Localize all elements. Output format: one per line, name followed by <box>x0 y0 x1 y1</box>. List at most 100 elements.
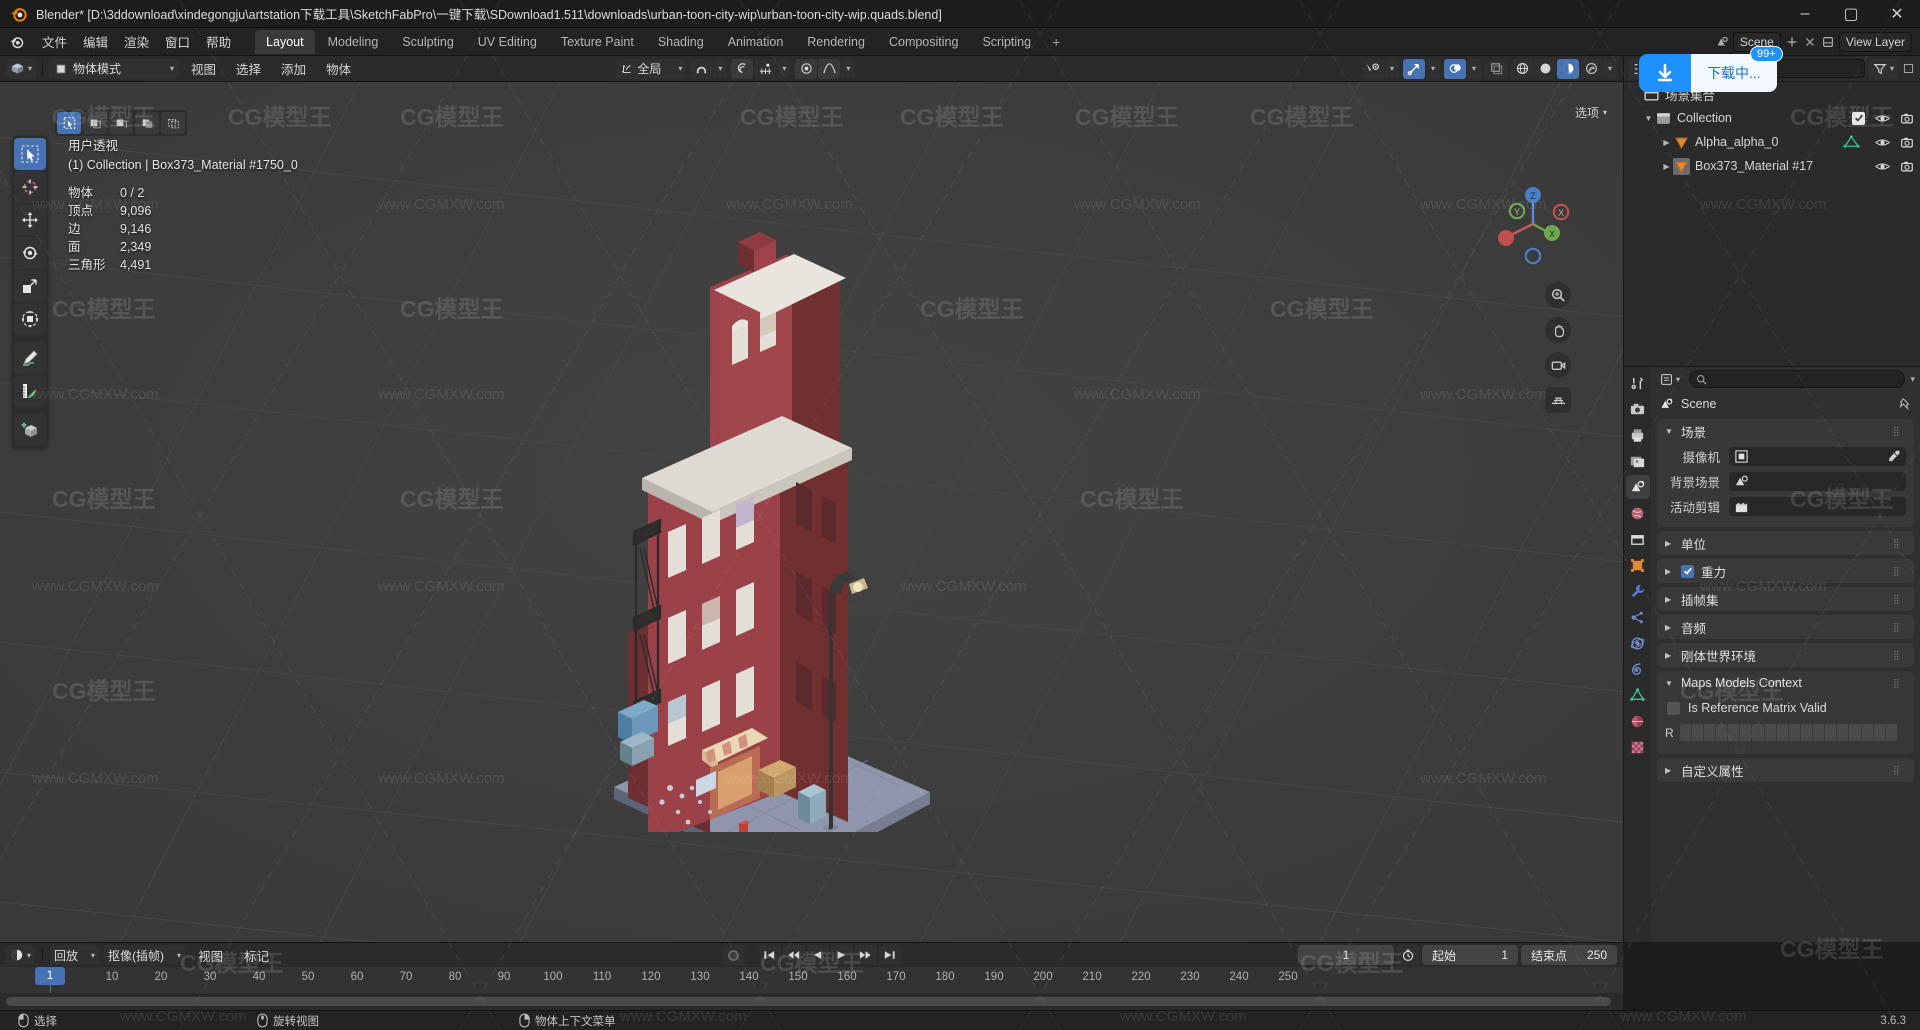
active-clip-value-field[interactable] <box>1729 496 1906 516</box>
tab-layout[interactable]: Layout <box>255 29 315 54</box>
minimize-button[interactable]: – <box>1782 0 1828 28</box>
menu-file[interactable]: 文件 <box>34 28 75 55</box>
panel-scene-header[interactable]: ▼ 场景 ⣿ <box>1657 419 1914 443</box>
panel-audio-header[interactable]: ▶ 音频 ⣿ <box>1657 615 1914 639</box>
scale-tool[interactable] <box>14 270 46 302</box>
viewport-menu-select[interactable]: 选择 <box>228 56 269 81</box>
outliner-row-collection[interactable]: ▼ Collection <box>1624 106 1920 130</box>
annotate-tool[interactable] <box>14 342 46 374</box>
snap-options-dropdown[interactable]: ▾ <box>713 58 728 79</box>
eye-icon[interactable] <box>1875 112 1890 125</box>
toggle-camera-view-button[interactable] <box>1545 352 1571 378</box>
is-reference-matrix-valid-checkbox[interactable] <box>1667 701 1680 715</box>
proportional-curve-toggle[interactable] <box>818 58 841 79</box>
collection-checkbox[interactable] <box>1852 111 1865 125</box>
properties-options-dropdown[interactable]: ▾ <box>1910 374 1915 385</box>
navigation-gizmo[interactable]: Z X Y X <box>1491 182 1575 266</box>
panel-maps-models-context-header[interactable]: ▼ Maps Models Context ⣿ <box>1657 671 1914 695</box>
timeline-editor-type-selector[interactable]: ▾ <box>6 945 36 965</box>
outliner-restriction-toggle-icon[interactable] <box>1902 62 1915 75</box>
panel-units-header[interactable]: ▶ 单位 ⣿ <box>1657 531 1914 555</box>
jump-to-end-button[interactable] <box>878 945 901 965</box>
tab-compositing[interactable]: Compositing <box>878 30 969 54</box>
playhead[interactable]: 1 <box>35 967 65 985</box>
constraint-properties-tab[interactable] <box>1626 657 1650 681</box>
close-button[interactable]: ✕ <box>1874 0 1920 28</box>
tab-rendering[interactable]: Rendering <box>796 30 876 54</box>
camera-render-icon[interactable] <box>1900 112 1914 125</box>
use-preview-range-toggle[interactable] <box>1397 945 1419 965</box>
viewport-menu-view[interactable]: 视图 <box>183 56 224 81</box>
drag-handle-dots[interactable]: ⣿ <box>1893 567 1906 576</box>
shading-rendered[interactable] <box>1580 58 1602 79</box>
timeline-menu-playback[interactable]: 回放 ▾ <box>50 945 100 965</box>
gravity-checkbox[interactable] <box>1681 564 1694 578</box>
download-button[interactable] <box>1639 54 1691 92</box>
transform-tool[interactable] <box>14 303 46 335</box>
select-mode-5[interactable] <box>161 112 185 134</box>
editor-type-selector[interactable]: ▾ <box>6 58 37 79</box>
matrix-value-bar[interactable] <box>1679 724 1898 741</box>
timeline-menu-keying[interactable]: 抠像(插帧) ▾ <box>104 945 186 965</box>
select-box-mode[interactable] <box>57 112 81 134</box>
tab-modeling[interactable]: Modeling <box>317 30 390 54</box>
camera-value-field[interactable] <box>1729 446 1906 466</box>
camera-render-icon[interactable] <box>1900 160 1914 173</box>
toggle-orthographic-button[interactable] <box>1545 387 1571 413</box>
drag-handle-dots[interactable]: ⣿ <box>1893 623 1906 632</box>
properties-search-input[interactable] <box>1689 370 1906 388</box>
unlink-scene-icon[interactable] <box>1803 35 1817 49</box>
auto-keying-toggle[interactable] <box>722 945 745 965</box>
tab-uv-editing[interactable]: UV Editing <box>467 30 548 54</box>
play-button[interactable] <box>830 945 853 965</box>
properties-editor-type-selector[interactable]: ▾ <box>1656 369 1685 389</box>
object-type-visibility-toggle[interactable] <box>1362 58 1384 79</box>
timeline-horizontal-scrollbar[interactable] <box>6 997 1611 1006</box>
collection-properties-tab[interactable] <box>1626 527 1650 551</box>
mesh-data-icon[interactable] <box>1843 134 1860 150</box>
visibility-dropdown[interactable]: ▾ <box>1385 58 1399 79</box>
proportional-editing-toggle[interactable] <box>731 58 754 79</box>
snap-toggle[interactable] <box>690 58 713 79</box>
gizmo-dropdown[interactable]: ▾ <box>1426 58 1440 79</box>
drag-handle-dots[interactable]: ⣿ <box>1893 427 1906 436</box>
drag-handle-dots[interactable]: ⣿ <box>1893 595 1906 604</box>
panel-rigid-body-world-header[interactable]: ▶ 刚体世界环境 ⣿ <box>1657 643 1914 667</box>
tab-scripting[interactable]: Scripting <box>971 30 1042 54</box>
viewport-menu-add[interactable]: 添加 <box>273 56 314 81</box>
show-overlays-toggle[interactable] <box>1444 58 1466 79</box>
overlays-dropdown[interactable]: ▾ <box>1467 58 1481 79</box>
play-reverse-button[interactable] <box>806 945 829 965</box>
physics-properties-tab[interactable] <box>1626 631 1650 655</box>
menu-render[interactable]: 渲染 <box>116 28 157 55</box>
menu-edit[interactable]: 编辑 <box>75 28 116 55</box>
viewport-options-dropdown[interactable]: 选项 ▾ <box>1575 104 1607 121</box>
3d-viewport[interactable]: 用户透视 (1) Collection | Box373_Material #1… <box>0 82 1623 942</box>
add-cube-tool[interactable] <box>14 414 46 446</box>
tool-tab[interactable] <box>1626 371 1650 395</box>
pivot-dropdown[interactable]: ▾ <box>841 58 856 79</box>
measure-tool[interactable] <box>14 375 46 407</box>
outliner-row-box373-material[interactable]: ▶ Box373_Material #17 <box>1624 154 1920 178</box>
toggle-xray[interactable] <box>1485 58 1507 79</box>
add-workspace-button[interactable]: + <box>1044 32 1068 52</box>
blender-menu-icon[interactable] <box>8 33 26 51</box>
object-data-properties-tab[interactable] <box>1626 683 1650 707</box>
transform-orientation-selector[interactable]: 全局 ▾ <box>616 58 687 79</box>
disclosure-triangle-icon[interactable]: ▶ <box>1660 162 1673 171</box>
rotate-tool[interactable] <box>14 237 46 269</box>
move-tool[interactable] <box>14 204 46 236</box>
material-properties-tab[interactable] <box>1626 709 1650 733</box>
previous-keyframe-button[interactable] <box>782 945 805 965</box>
maximize-button[interactable]: ▢ <box>1828 0 1874 28</box>
tab-animation[interactable]: Animation <box>717 30 795 54</box>
menu-window[interactable]: 窗口 <box>157 28 198 55</box>
next-keyframe-button[interactable] <box>854 945 877 965</box>
panel-custom-properties-header[interactable]: ▶ 自定义属性 ⣿ <box>1657 758 1914 782</box>
new-scene-icon[interactable] <box>1785 35 1799 49</box>
zoom-view-button[interactable] <box>1545 282 1571 308</box>
pin-icon[interactable] <box>1898 397 1912 411</box>
outliner-row-alpha-alpha-0[interactable]: ▶ Alpha_alpha_0 <box>1624 130 1920 154</box>
falloff-dropdown[interactable]: ▾ <box>777 58 792 79</box>
background-scene-value-field[interactable] <box>1729 471 1906 491</box>
